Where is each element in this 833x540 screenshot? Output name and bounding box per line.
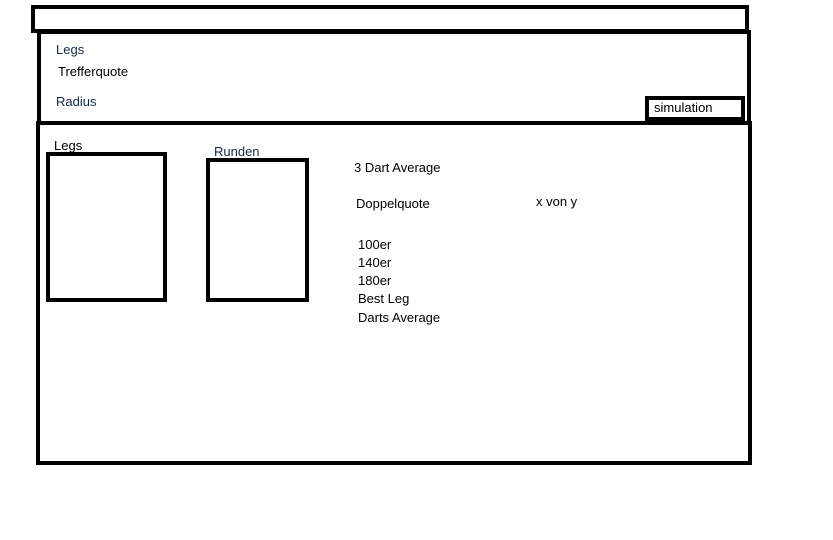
stat-best-leg: Best Leg [358,291,410,306]
legs-panel [46,152,167,302]
settings-panel [37,30,751,125]
doppelquote-value: x von y [536,194,578,209]
stat-180er: 180er [358,273,392,288]
trefferquote-setting-label: Trefferquote [58,64,129,79]
stat-100er: 100er [358,237,392,252]
stat-140er: 140er [358,255,392,270]
simulation-button[interactable]: simulation [645,96,745,121]
doppelquote-label: Doppelquote [356,196,430,211]
simulation-button-label: simulation [654,100,713,115]
runden-panel [206,158,309,302]
legs-setting-label: Legs [56,42,85,57]
three-dart-average-label: 3 Dart Average [354,160,441,175]
stat-darts-average: Darts Average [358,310,441,325]
title-bar [31,5,749,33]
radius-setting-label: Radius [56,94,97,109]
